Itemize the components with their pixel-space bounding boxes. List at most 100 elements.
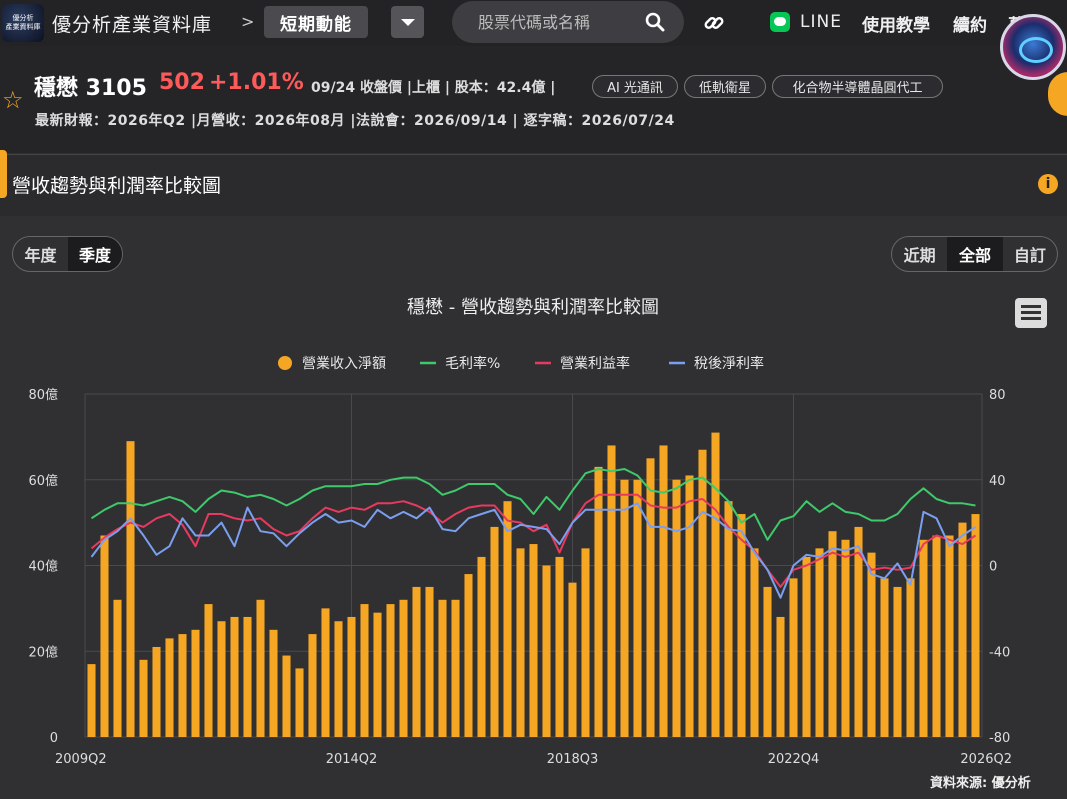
- section-accent-bar: [0, 150, 7, 198]
- info-icon[interactable]: i: [1038, 174, 1058, 194]
- revenue-bar: [529, 544, 538, 737]
- revenue-bar: [581, 548, 590, 737]
- revenue-bar: [451, 599, 460, 737]
- revenue-bar: [113, 599, 122, 737]
- revenue-bar: [477, 556, 486, 737]
- legend-label-3: 稅後淨利率: [694, 355, 764, 372]
- revenue-bar: [152, 646, 161, 737]
- search-icon[interactable]: [645, 12, 665, 32]
- range-option-all[interactable]: 全部: [947, 237, 1003, 271]
- y-right-tick-label: 40: [989, 474, 1006, 489]
- user-avatar[interactable]: [1000, 14, 1066, 80]
- star-icon[interactable]: ☆: [2, 86, 24, 114]
- tag-leo-satellite[interactable]: 低軌衛星: [684, 75, 766, 98]
- stock-meta: 最新財報：2026年Q2 |月營收：2026年08月 |法說會：2026/09/…: [35, 113, 675, 129]
- period-option-quarterly[interactable]: 季度: [67, 237, 122, 271]
- y-right-tick-label: -40: [989, 645, 1010, 660]
- line-app-icon[interactable]: [770, 12, 790, 32]
- revenue-bar: [256, 599, 265, 737]
- stock-summary: 09/24 收盤價 |上櫃 | 股本：42.4億 |: [311, 80, 556, 96]
- period-option-annual[interactable]: 年度: [13, 237, 68, 271]
- revenue-bar: [607, 445, 616, 737]
- revenue-bar: [217, 621, 226, 737]
- logo-text-line-1: 優分析: [12, 14, 34, 22]
- legend-label-0: 營業收入淨額: [302, 356, 386, 372]
- y-left-tick-label: 20億: [28, 644, 58, 660]
- revenue-bar: [269, 629, 278, 737]
- site-title[interactable]: 優分析產業資料庫: [52, 10, 212, 37]
- y-right-tick-label: 0: [989, 560, 997, 575]
- stock-price: 502: [159, 70, 205, 95]
- revenue-bar: [204, 604, 213, 737]
- range-option-recent[interactable]: 近期: [892, 237, 947, 271]
- current-page-button[interactable]: 短期動能: [264, 6, 368, 38]
- x-tick-label: 2022Q4: [768, 752, 820, 767]
- revenue-bar: [360, 604, 369, 737]
- revenue-bar: [841, 539, 850, 737]
- nav-renew-link[interactable]: 續約: [953, 11, 987, 36]
- nav-tutorial-link[interactable]: 使用教學: [862, 11, 930, 36]
- revenue-bar: [438, 599, 447, 737]
- revenue-bar: [555, 556, 564, 737]
- revenue-bar: [776, 616, 785, 737]
- revenue-bar: [100, 535, 109, 737]
- revenue-bar: [399, 599, 408, 737]
- chart-title: 穩懋 - 營收趨勢與利潤率比較圖: [407, 297, 659, 318]
- section-title: 營收趨勢與利潤率比較圖: [12, 175, 222, 197]
- revenue-bar: [87, 664, 96, 737]
- revenue-bar: [737, 514, 746, 737]
- revenue-bar: [165, 638, 174, 737]
- revenue-bar: [386, 604, 395, 737]
- revenue-bar: [334, 621, 343, 737]
- revenue-bar: [945, 535, 954, 737]
- data-source: 資料來源: 優分析: [930, 776, 1031, 791]
- y-right-tick-label: 80: [989, 388, 1006, 403]
- x-tick-label: 2026Q2: [960, 752, 1012, 767]
- revenue-bar: [750, 548, 759, 737]
- revenue-bar: [178, 634, 187, 737]
- tag-ai-optical[interactable]: AI 光通訊: [592, 75, 678, 98]
- revenue-bar: [412, 586, 421, 737]
- revenue-bar: [503, 501, 512, 737]
- legend-label-2: 營業利益率: [560, 355, 630, 372]
- link-icon[interactable]: [703, 12, 725, 34]
- revenue-bar: [516, 548, 525, 737]
- revenue-bar: [568, 582, 577, 737]
- revenue-bar: [139, 659, 148, 737]
- revenue-bar: [542, 565, 551, 737]
- revenue-bar: [243, 616, 252, 737]
- range-option-custom[interactable]: 自訂: [1003, 237, 1057, 271]
- revenue-bar: [126, 441, 135, 737]
- tag-compound-semi[interactable]: 化合物半導體晶圓代工: [772, 75, 943, 98]
- revenue-bar: [295, 668, 304, 737]
- revenue-bar: [464, 574, 473, 737]
- top-nav-bar: 優分析 產業資料庫 優分析產業資料庫 > 短期動能 LINE 使用教學 續約 募: [0, 0, 1067, 46]
- revenue-bar: [490, 526, 499, 737]
- revenue-bar: [659, 445, 668, 737]
- page-dropdown-button[interactable]: [391, 6, 424, 38]
- revenue-bar: [932, 535, 941, 737]
- revenue-bar: [191, 629, 200, 737]
- stock-change: +1.01%: [209, 70, 304, 95]
- revenue-bar: [347, 616, 356, 737]
- revenue-bar: [711, 432, 720, 737]
- site-logo[interactable]: 優分析 產業資料庫: [2, 4, 44, 42]
- y-left-tick-label: 40億: [28, 559, 58, 575]
- revenue-bar: [789, 578, 798, 737]
- line-link[interactable]: LINE: [800, 12, 842, 32]
- revenue-bar: [906, 578, 915, 737]
- y-left-tick-label: 80億: [28, 387, 58, 403]
- revenue-bar: [854, 526, 863, 737]
- revenue-bar: [971, 514, 980, 737]
- range-toggle: 近期 全部 自訂: [891, 236, 1058, 272]
- revenue-bar: [230, 616, 239, 737]
- logo-text-line-2: 產業資料庫: [5, 23, 41, 31]
- revenue-bar: [919, 539, 928, 737]
- revenue-bar: [867, 552, 876, 737]
- revenue-bar: [724, 501, 733, 737]
- revenue-bar: [620, 479, 629, 737]
- stock-name: 穩懋 3105: [34, 76, 147, 101]
- revenue-bar: [282, 655, 291, 737]
- period-toggle: 年度 季度: [12, 236, 123, 272]
- y-left-tick-label: 0: [50, 731, 58, 746]
